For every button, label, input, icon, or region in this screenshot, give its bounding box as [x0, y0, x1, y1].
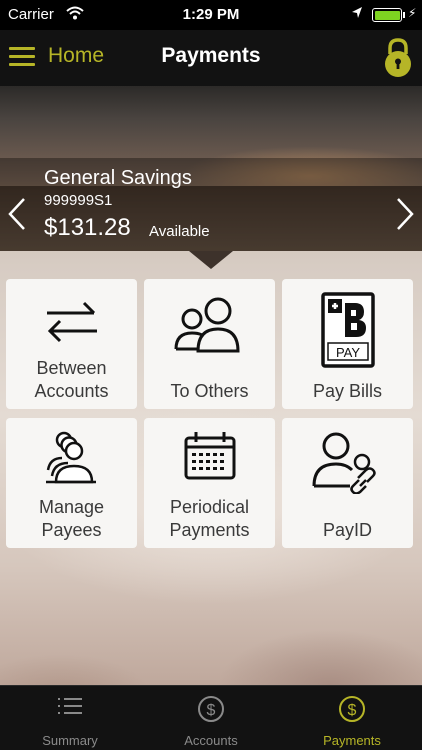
tab-label: Summary — [42, 733, 98, 748]
tile-label-line2: Payments — [169, 520, 250, 540]
charging-bolt-icon: ⚡ — [408, 6, 417, 20]
tile-label: Pay Bills — [312, 381, 383, 401]
account-name: General Savings — [44, 167, 192, 189]
calendar-icon — [144, 430, 275, 502]
tile-label: To Others — [170, 381, 249, 401]
balance-label: Available — [149, 223, 210, 240]
padlock-icon[interactable] — [382, 37, 414, 77]
svg-text:$: $ — [348, 702, 357, 719]
battery-icon — [372, 8, 402, 22]
to-others-tile[interactable]: To Others — [144, 279, 275, 409]
tab-label: Accounts — [184, 733, 238, 748]
pay-bills-tile[interactable]: PAY Pay Bills — [282, 279, 413, 409]
nav-header: Home Payments — [0, 30, 422, 86]
list-icon — [0, 695, 140, 725]
tab-summary[interactable]: Summary — [0, 686, 140, 750]
svg-text:PAY: PAY — [335, 345, 359, 360]
people-icon — [144, 291, 275, 363]
page-title: Payments — [161, 44, 261, 67]
chevron-right-icon[interactable] — [394, 196, 416, 232]
transfer-arrows-icon — [6, 291, 137, 363]
svg-text:$: $ — [207, 702, 216, 719]
periodical-payments-tile[interactable]: Periodical Payments — [144, 418, 275, 548]
location-arrow-icon — [351, 6, 363, 24]
account-balance: $131.28 — [44, 214, 131, 241]
account-banner[interactable]: General Savings 999999S1 $131.28 Availab… — [0, 86, 422, 251]
chevron-left-icon[interactable] — [6, 196, 28, 232]
payees-stack-icon — [6, 430, 137, 502]
status-bar: Carrier 1:29 PM ⚡ — [0, 0, 422, 30]
dollar-icon: $ — [141, 695, 281, 725]
bpay-icon: PAY — [282, 291, 413, 368]
tab-bar: Summary $ Accounts $ Payments — [0, 685, 422, 750]
tile-label-line1: Periodical — [169, 497, 250, 517]
tab-accounts[interactable]: $ Accounts — [141, 686, 281, 750]
payid-tile[interactable]: PayID — [282, 418, 413, 548]
manage-payees-tile[interactable]: Manage Payees — [6, 418, 137, 548]
payid-icon — [282, 430, 413, 502]
banner-pointer — [189, 251, 233, 269]
tile-label-line1: Between — [36, 358, 107, 378]
tab-label: Payments — [323, 733, 381, 748]
tile-label-line2: Payees — [41, 520, 102, 540]
account-number: 999999S1 — [44, 192, 113, 209]
dollar-icon: $ — [282, 695, 422, 725]
tab-payments[interactable]: $ Payments — [282, 686, 422, 750]
tile-label-line2: Accounts — [34, 381, 109, 401]
tile-label: PayID — [322, 520, 373, 540]
between-accounts-tile[interactable]: Between Accounts — [6, 279, 137, 409]
tile-label-line1: Manage — [38, 497, 105, 517]
